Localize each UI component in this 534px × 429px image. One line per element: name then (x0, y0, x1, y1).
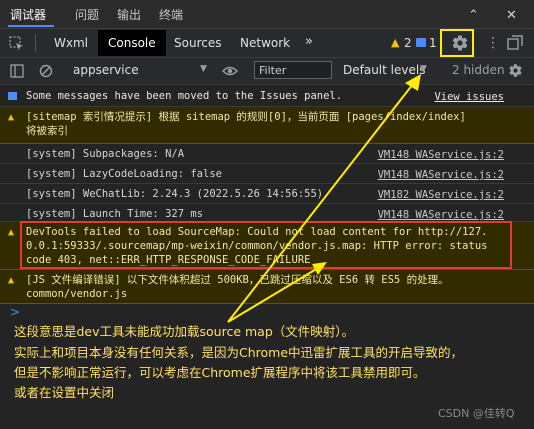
arrow-line-to-error (227, 267, 319, 323)
arrow-head (405, 74, 421, 91)
arrow-line-to-settings (227, 83, 414, 323)
arrow-head (312, 262, 327, 275)
annotation-line: 或者在设置中关闭 (14, 385, 115, 400)
annotation-line: 但是不影响正常运行，可以考虑在Chrome扩展程序中将该工具禁用即可。 (14, 365, 426, 380)
watermark: CSDN @佳转Q (438, 407, 515, 420)
annotation-line: 这段意思是dev工具未能成功加载source map（文件映射）。 (14, 324, 355, 339)
annotation-line: 实际上和项目本身没有任何关系，是因为Chrome中迅雷扩展工具的开启导致的， (14, 345, 464, 360)
